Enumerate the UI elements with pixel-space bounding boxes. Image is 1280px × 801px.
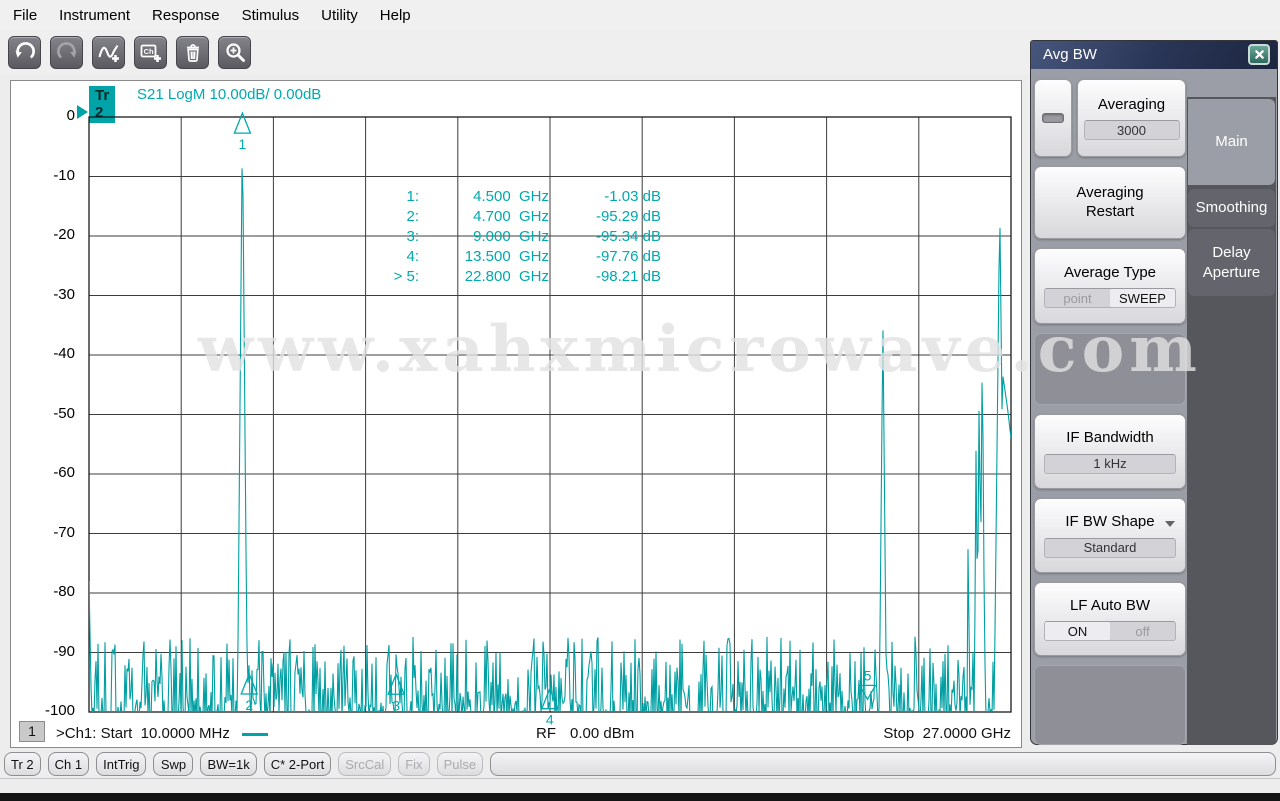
delete-trace-icon [186,44,199,62]
status-button-swp[interactable]: Swp [153,752,194,776]
start-frequency-label: >Ch1: Start 10.0000 MHz [56,725,268,742]
marker-2-icon [240,672,259,695]
average-type-button-option-point[interactable]: point [1045,289,1110,307]
add-channel-button[interactable]: Ch [134,35,167,69]
average-type-button[interactable]: Average Type point SWEEP [1034,248,1186,324]
channel-window: Tr 2 S21 LogM 10.00dB/ 0.00dB 0 -10 -20 -30… [10,80,1022,748]
status-button-bw-1k[interactable]: BW=1k [200,752,257,776]
y-tick-label: -10 [53,166,75,184]
redo-button [50,35,83,69]
y-tick-label: -50 [53,404,75,422]
menu-utility[interactable]: Utility [310,7,369,24]
undo-button[interactable] [8,35,41,69]
y-tick-label: -60 [53,464,75,481]
channel-number-badge: 1 [19,721,45,742]
trace-format-label: S21 LogM 10.00dB/ 0.00dB [137,86,322,103]
menu-help[interactable]: Help [369,7,422,24]
marker-row: 4: 13.500 GHz -97.76 dB [406,248,661,265]
add-channel-icon: Ch [140,44,161,62]
menu-file[interactable]: File [2,7,48,24]
panel-body: Main Smoothing Delay Aperture Averaging 300… [1031,69,1277,746]
y-tick-label: -40 [53,345,75,362]
add-trace-button[interactable] [92,35,125,69]
panel-tab-column: Main Smoothing Delay Aperture [1187,97,1276,745]
y-tick-label: -100 [44,702,75,719]
close-icon[interactable] [1248,44,1270,65]
lf-auto-bw-button-option-on[interactable]: ON [1045,622,1110,641]
lf-auto-bw-button[interactable]: LF Auto BW ON off [1034,582,1186,656]
tab-main[interactable]: Main [1188,99,1275,185]
channel-status-line: >Ch1: Start 10.0000 MHz RF 0.00 dBm Stop … [11,725,1023,747]
status-button-inttrig[interactable]: IntTrig [96,752,147,776]
marker-5-icon [858,684,877,701]
y-tick-label: -90 [53,642,75,660]
tab-delay-aperture[interactable]: Delay Aperture [1188,229,1275,296]
if-bw-shape-button-value: Standard [1044,537,1176,558]
window-bottom-edge [0,793,1280,801]
y-tick-label: 0 [66,107,75,124]
delete-trace-button[interactable] [176,35,209,69]
status-button-fix: Fix [398,752,430,776]
averaging-restart-button[interactable]: Averaging Restart [1034,166,1186,239]
if-bandwidth-button[interactable]: IF Bandwidth 1 kHz [1034,414,1186,489]
status-button-c-2-port[interactable]: C* 2-Port [263,752,332,776]
menu-bar: File Instrument Response Stimulus Utility Hel… [0,0,1280,30]
status-message-area [490,752,1276,776]
status-button-srccal: SrcCal [338,752,392,776]
reference-level-arrow-icon [77,105,88,119]
if-bw-shape-button[interactable]: IF BW Shape Standard [1034,498,1186,573]
marker-readout-table: 1: 4.500 GHz -1.03 dB 2: 4.700 GHz -95.29 dB 3… [361,187,661,287]
averaging-button[interactable]: Averaging 3000 [1077,79,1186,157]
svg-text:1: 1 [238,136,246,152]
status-button-pulse: Pulse [436,752,484,776]
s21-trace-plot: 12 345 [88,111,1012,728]
add-trace-icon [97,44,119,62]
menu-stimulus[interactable]: Stimulus [231,7,311,24]
trace-color-indicator [241,732,268,736]
stop-frequency-label: Stop 27.0000 GHz [883,725,1011,742]
undo-icon [15,42,35,59]
marker-row: 2: 4.700 GHz -95.29 dB [406,208,661,225]
y-tick-label: -20 [53,226,75,243]
zoom-in-icon [225,43,245,62]
average-type-button-option-sweep[interactable]: SWEEP [1110,289,1175,308]
marker-3-icon [387,672,406,695]
divider [0,778,1280,779]
trace-badge[interactable]: Tr 2 [89,86,116,123]
blank-button-1 [1034,333,1186,405]
menu-instrument[interactable]: Instrument [48,7,141,24]
averaging-enable-toggle[interactable] [1034,79,1072,157]
lf-auto-bw-button-option-off[interactable]: off [1110,622,1175,640]
menu-response[interactable]: Response [141,7,231,24]
marker-4-icon [540,686,559,710]
status-button-ch-1[interactable]: Ch 1 [47,752,90,776]
tab-smoothing[interactable]: Smoothing [1188,189,1275,227]
panel-title: Avg BW [1031,41,1277,69]
status-button-bar: Tr 2 Ch 1 IntTrig Swp BW=1k C* 2-Port SrcCal Fi… [4,752,1276,776]
svg-text:5: 5 [864,667,872,683]
marker-row: > 5: 22.800 GHz -98.21 dB [393,268,661,285]
svg-text:2: 2 [245,697,253,713]
marker-1-icon [233,111,252,134]
y-tick-label: -30 [53,285,75,303]
status-button-tr-2[interactable]: Tr 2 [4,752,41,776]
rf-power-label: RF 0.00 dBm [536,725,635,742]
chevron-down-icon [1165,520,1175,527]
indicator-light-icon [1042,113,1064,123]
if-bandwidth-button-value: 1 kHz [1044,453,1176,474]
y-tick-label: -70 [53,523,75,541]
avg-bw-panel: Avg BW Main Smoothing Delay Aperture Avera… [1030,40,1278,745]
y-tick-label: -80 [53,583,75,600]
blank-button-2 [1034,665,1186,745]
svg-text:Ch: Ch [143,47,153,56]
zoom-in-button[interactable] [218,35,251,69]
svg-text:3: 3 [392,697,400,713]
redo-icon [56,42,76,59]
marker-row: 3: 9.000 GHz -95.34 dB [406,228,661,245]
marker-row: 1: 4.500 GHz -1.03 dB [406,188,661,205]
